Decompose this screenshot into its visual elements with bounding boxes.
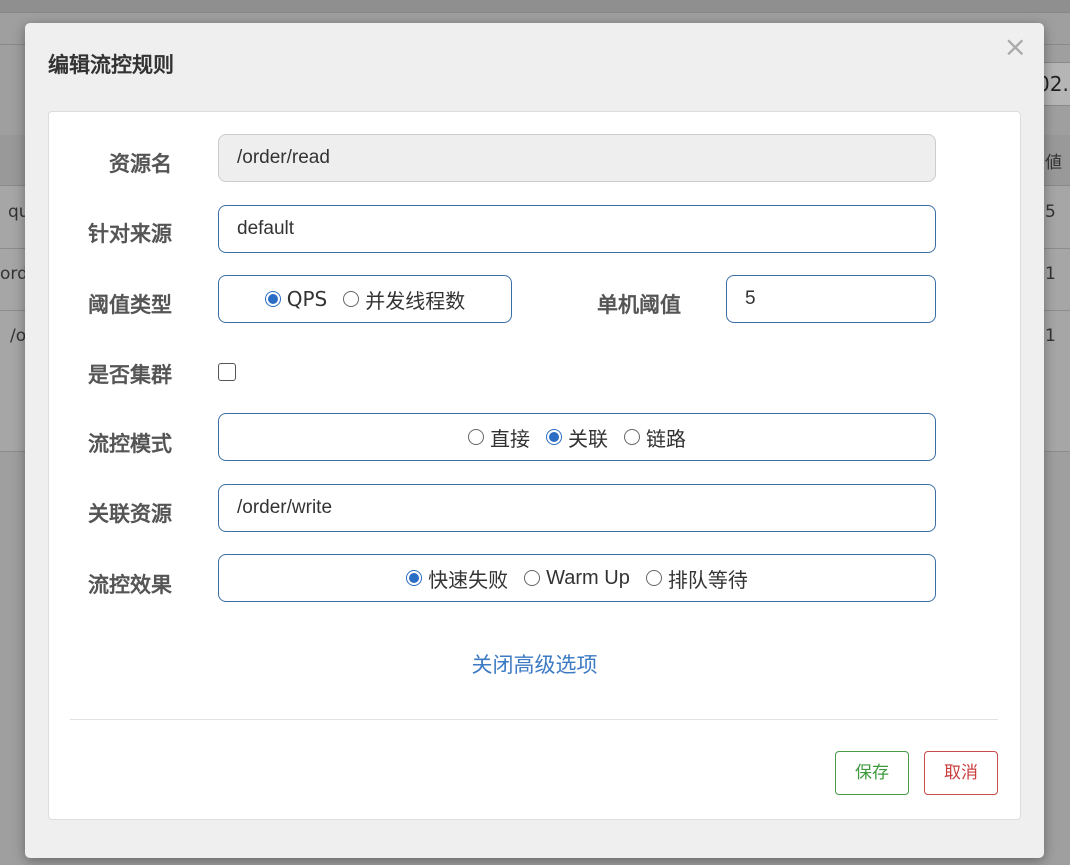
radio-checked-icon — [406, 570, 423, 586]
radio-unchecked-icon — [524, 570, 541, 586]
threshold-type-option-threads[interactable]: 并发线程数 — [343, 285, 465, 314]
cluster-checkbox[interactable] — [218, 363, 236, 381]
threshold-type-radio-group: QPS 并发线程数 — [218, 275, 512, 323]
radio-label: 链路 — [646, 426, 686, 451]
threshold-type-label: 阈值类型 — [88, 293, 172, 317]
flow-effect-radio-group: 快速失败 Warm Up 排队等待 — [218, 554, 936, 602]
radio-checked-icon — [546, 429, 562, 445]
flow-effect-option-warm-up[interactable]: Warm Up — [524, 567, 630, 590]
radio-label: 排队等待 — [667, 567, 748, 592]
background-header-cell: 値 — [1045, 153, 1062, 173]
radio-label: QPS — [286, 287, 328, 311]
limit-app-label: 针对来源 — [88, 222, 172, 246]
radio-unchecked-icon — [468, 429, 484, 445]
background-cell: 1 — [1045, 264, 1056, 284]
related-resource-input[interactable] — [218, 484, 936, 532]
threshold-type-option-qps[interactable]: QPS — [264, 287, 328, 311]
background-cell: 1 — [1045, 326, 1056, 346]
background-cell: 5 — [1045, 202, 1056, 222]
resource-name-label: 资源名 — [109, 152, 172, 176]
background-cell: /o — [10, 326, 27, 346]
cluster-label: 是否集群 — [88, 363, 172, 387]
radio-checked-icon — [264, 291, 281, 307]
footer-divider — [70, 719, 998, 720]
radio-label: 关联 — [568, 426, 608, 451]
flow-effect-option-fast-fail[interactable]: 快速失败 — [406, 564, 508, 593]
flow-effect-label: 流控效果 — [88, 573, 172, 597]
radio-label: 并发线程数 — [365, 288, 466, 313]
save-button[interactable]: 保存 — [835, 751, 909, 795]
single-threshold-input[interactable] — [726, 275, 936, 323]
close-icon[interactable]: × — [1004, 33, 1027, 61]
background-topbar — [0, 0, 1070, 13]
dialog-title: 编辑流控规则 — [48, 53, 174, 77]
flow-effect-option-queue[interactable]: 排队等待 — [645, 564, 748, 593]
single-threshold-label: 单机阈值 — [597, 293, 681, 317]
flow-mode-radio-group: 直接 关联 链路 — [218, 413, 936, 461]
resource-name-input[interactable] — [218, 134, 936, 182]
flow-mode-option-chain[interactable]: 链路 — [624, 423, 686, 452]
radio-unchecked-icon — [343, 291, 360, 307]
radio-unchecked-icon — [645, 570, 662, 586]
radio-label: 直接 — [490, 426, 530, 451]
close-advanced-options-link[interactable]: 关闭高级选项 — [25, 649, 1044, 679]
edit-flow-rule-dialog: 编辑流控规则 × 资源名 针对来源 阈值类型 QPS 并发线程数 单机阈值 是否… — [25, 23, 1044, 858]
flow-mode-option-related[interactable]: 关联 — [546, 423, 608, 452]
cancel-button[interactable]: 取消 — [924, 751, 998, 795]
radio-label: Warm Up — [546, 566, 630, 589]
radio-unchecked-icon — [624, 429, 640, 445]
flow-mode-label: 流控模式 — [88, 432, 172, 456]
related-resource-label: 关联资源 — [88, 502, 172, 526]
radio-label: 快速失败 — [428, 567, 509, 592]
flow-mode-option-direct[interactable]: 直接 — [468, 423, 530, 452]
limit-app-input[interactable] — [218, 205, 936, 253]
